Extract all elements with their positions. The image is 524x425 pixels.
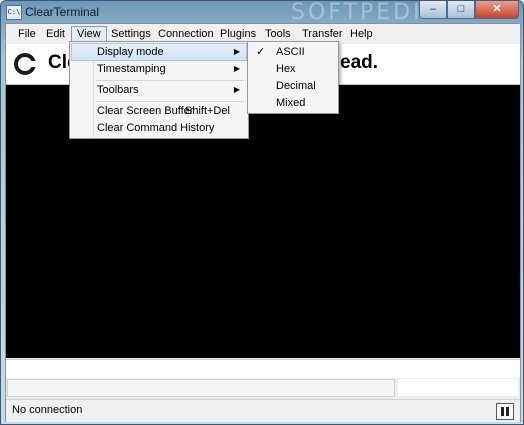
menu-item-label: Display mode [97,46,164,58]
submenu-item-mixed[interactable]: Mixed [250,95,336,112]
menu-plugins[interactable]: Plugins [215,27,261,42]
menu-transfer[interactable]: Transfer [297,27,348,42]
close-button[interactable]: ✕ [475,1,519,19]
menu-item-label: Toolbars [97,84,139,96]
submenu-item-label: Hex [276,63,296,75]
menu-separator [96,80,244,81]
submenu-item-hex[interactable]: Hex [250,61,336,78]
app-window: C:\ ClearTerminal SOFTPEDIA – □ ✕ File E… [0,0,524,425]
menu-item-label: Timestamping [97,63,166,75]
connection-status: No connection [12,404,83,416]
display-mode-submenu: ✓ ASCII Hex Decimal Mixed [247,41,339,114]
menu-settings[interactable]: Settings [106,27,156,42]
command-input[interactable] [7,379,395,397]
menu-item-shortcut: Shift+Del [185,105,230,117]
menu-item-label: Clear Command History [97,122,215,134]
caption-buttons: – □ ✕ [419,1,519,19]
checkmark-icon: ✓ [256,46,266,58]
minimize-button[interactable]: – [419,1,447,19]
menu-item-timestamping[interactable]: Timestamping ▶ [72,61,246,79]
submenu-item-label: ASCII [276,46,305,58]
submenu-arrow-icon: ▶ [233,64,240,73]
menu-item-clear-command-history[interactable]: Clear Command History [72,120,246,138]
view-menu-dropdown: Display mode ▶ Timestamping ▶ Toolbars ▶… [69,41,249,139]
submenu-arrow-icon: ▶ [233,47,240,56]
submenu-item-label: Decimal [276,80,316,92]
command-row [6,378,520,398]
menu-item-toolbars[interactable]: Toolbars ▶ [72,82,246,100]
submenu-item-ascii[interactable]: ✓ ASCII [250,44,336,61]
window-title: ClearTerminal [25,5,100,19]
maximize-button[interactable]: □ [447,1,475,19]
menu-connection[interactable]: Connection [153,27,219,42]
pause-icon[interactable] [496,403,514,420]
menu-item-label: Clear Screen Buffer [97,105,194,117]
menu-item-display-mode[interactable]: Display mode ▶ [71,43,247,61]
banner-text-end: ead. [340,52,379,73]
submenu-item-decimal[interactable]: Decimal [250,78,336,95]
menu-help[interactable]: Help [345,27,378,42]
command-send-area[interactable] [398,379,518,396]
title-bar[interactable]: C:\ ClearTerminal SOFTPEDIA – □ ✕ [1,1,523,25]
submenu-item-label: Mixed [276,97,306,109]
menu-file[interactable]: File [13,27,41,42]
menu-separator [96,101,244,102]
submenu-arrow-icon: ▶ [233,85,240,94]
receive-strip[interactable] [6,359,520,379]
menu-item-clear-screen-buffer[interactable]: Clear Screen Buffer Shift+Del [72,103,246,121]
clearterminal-logo-icon [14,53,36,75]
app-icon[interactable]: C:\ [6,5,22,20]
menu-edit[interactable]: Edit [41,27,70,42]
status-bar: No connection [6,399,520,422]
menu-tools[interactable]: Tools [260,27,296,42]
